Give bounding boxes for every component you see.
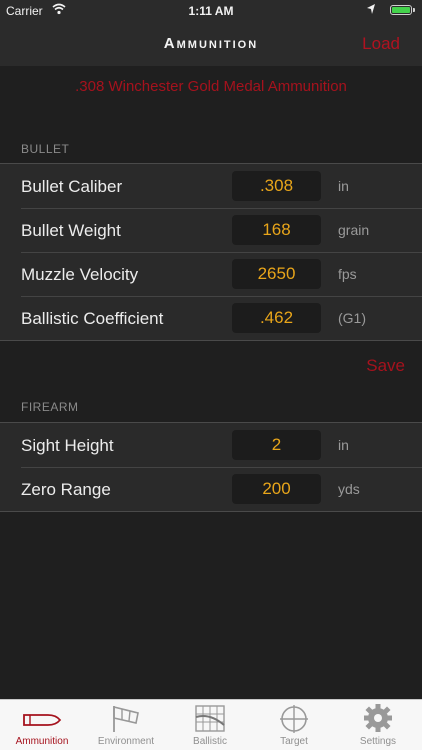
sight-height-label: Sight Height [21, 436, 114, 455]
tab-target-label: Target [280, 736, 308, 747]
location-arrow-icon [366, 3, 376, 18]
save-button[interactable]: Save [366, 356, 405, 376]
tab-ammunition[interactable]: Ammunition [0, 700, 84, 750]
battery-tip [413, 8, 415, 12]
row-bullet-caliber: Bullet Caliber .308 in [0, 164, 422, 208]
tab-environment[interactable]: Environment [84, 700, 168, 750]
status-time: 1:11 AM [188, 4, 234, 18]
tab-settings[interactable]: Settings [336, 700, 420, 750]
page-title: Ammunition [163, 35, 259, 52]
bullet-group: Bullet Caliber .308 in Bullet Weight 168… [0, 163, 422, 341]
crosshair-icon [274, 703, 314, 733]
row-bullet-weight: Bullet Weight 168 grain [0, 208, 422, 252]
ballistic-coefficient-unit: (G1) [338, 310, 366, 326]
tab-environment-label: Environment [97, 736, 155, 747]
row-muzzle-velocity: Muzzle Velocity 2650 fps [0, 252, 422, 296]
bullet-weight-field[interactable]: 168 [232, 215, 321, 245]
tab-target[interactable]: Target [252, 700, 336, 750]
bullet-caliber-unit: in [338, 178, 349, 194]
tab-ballistic[interactable]: Ballistic [168, 700, 252, 750]
tab-bar: Ammunition Environment Ballistic Target … [0, 699, 422, 750]
zero-range-unit: yds [338, 481, 360, 497]
section-header-bullet: BULLET [21, 142, 70, 156]
windsock-icon [106, 703, 146, 733]
bullet-icon [22, 703, 62, 733]
firearm-group: Sight Height 2 in Zero Range 200 yds [0, 422, 422, 512]
tab-ammunition-label: Ammunition [15, 736, 69, 747]
row-sight-height: Sight Height 2 in [0, 423, 422, 467]
battery-icon [390, 5, 412, 15]
ballistic-chart-icon [190, 703, 230, 733]
bullet-caliber-field[interactable]: .308 [232, 171, 321, 201]
zero-range-label: Zero Range [21, 480, 111, 499]
navigation-bar: Ammunition Load [0, 22, 422, 66]
row-ballistic-coefficient: Ballistic Coefficient .462 (G1) [0, 296, 422, 340]
bullet-weight-label: Bullet Weight [21, 221, 121, 240]
tab-ballistic-label: Ballistic [193, 736, 227, 747]
status-bar: Carrier 1:11 AM [0, 0, 422, 22]
bullet-weight-unit: grain [338, 222, 370, 238]
muzzle-velocity-field[interactable]: 2650 [232, 259, 321, 289]
load-button[interactable]: Load [362, 34, 400, 54]
tab-settings-label: Settings [359, 736, 397, 747]
zero-range-field[interactable]: 200 [232, 474, 321, 504]
ballistic-coefficient-label: Ballistic Coefficient [21, 309, 164, 328]
ballistic-coefficient-field[interactable]: .462 [232, 303, 321, 333]
gear-icon [358, 703, 398, 733]
sight-height-field[interactable]: 2 [232, 430, 321, 460]
bullet-caliber-label: Bullet Caliber [21, 177, 123, 196]
muzzle-velocity-unit: fps [338, 266, 357, 282]
row-zero-range: Zero Range 200 yds [0, 467, 422, 511]
sight-height-unit: in [338, 437, 349, 453]
ammunition-name: .308 Winchester Gold Medal Ammunition [75, 78, 347, 95]
muzzle-velocity-label: Muzzle Velocity [21, 265, 139, 284]
section-header-firearm: FIREARM [21, 400, 79, 414]
